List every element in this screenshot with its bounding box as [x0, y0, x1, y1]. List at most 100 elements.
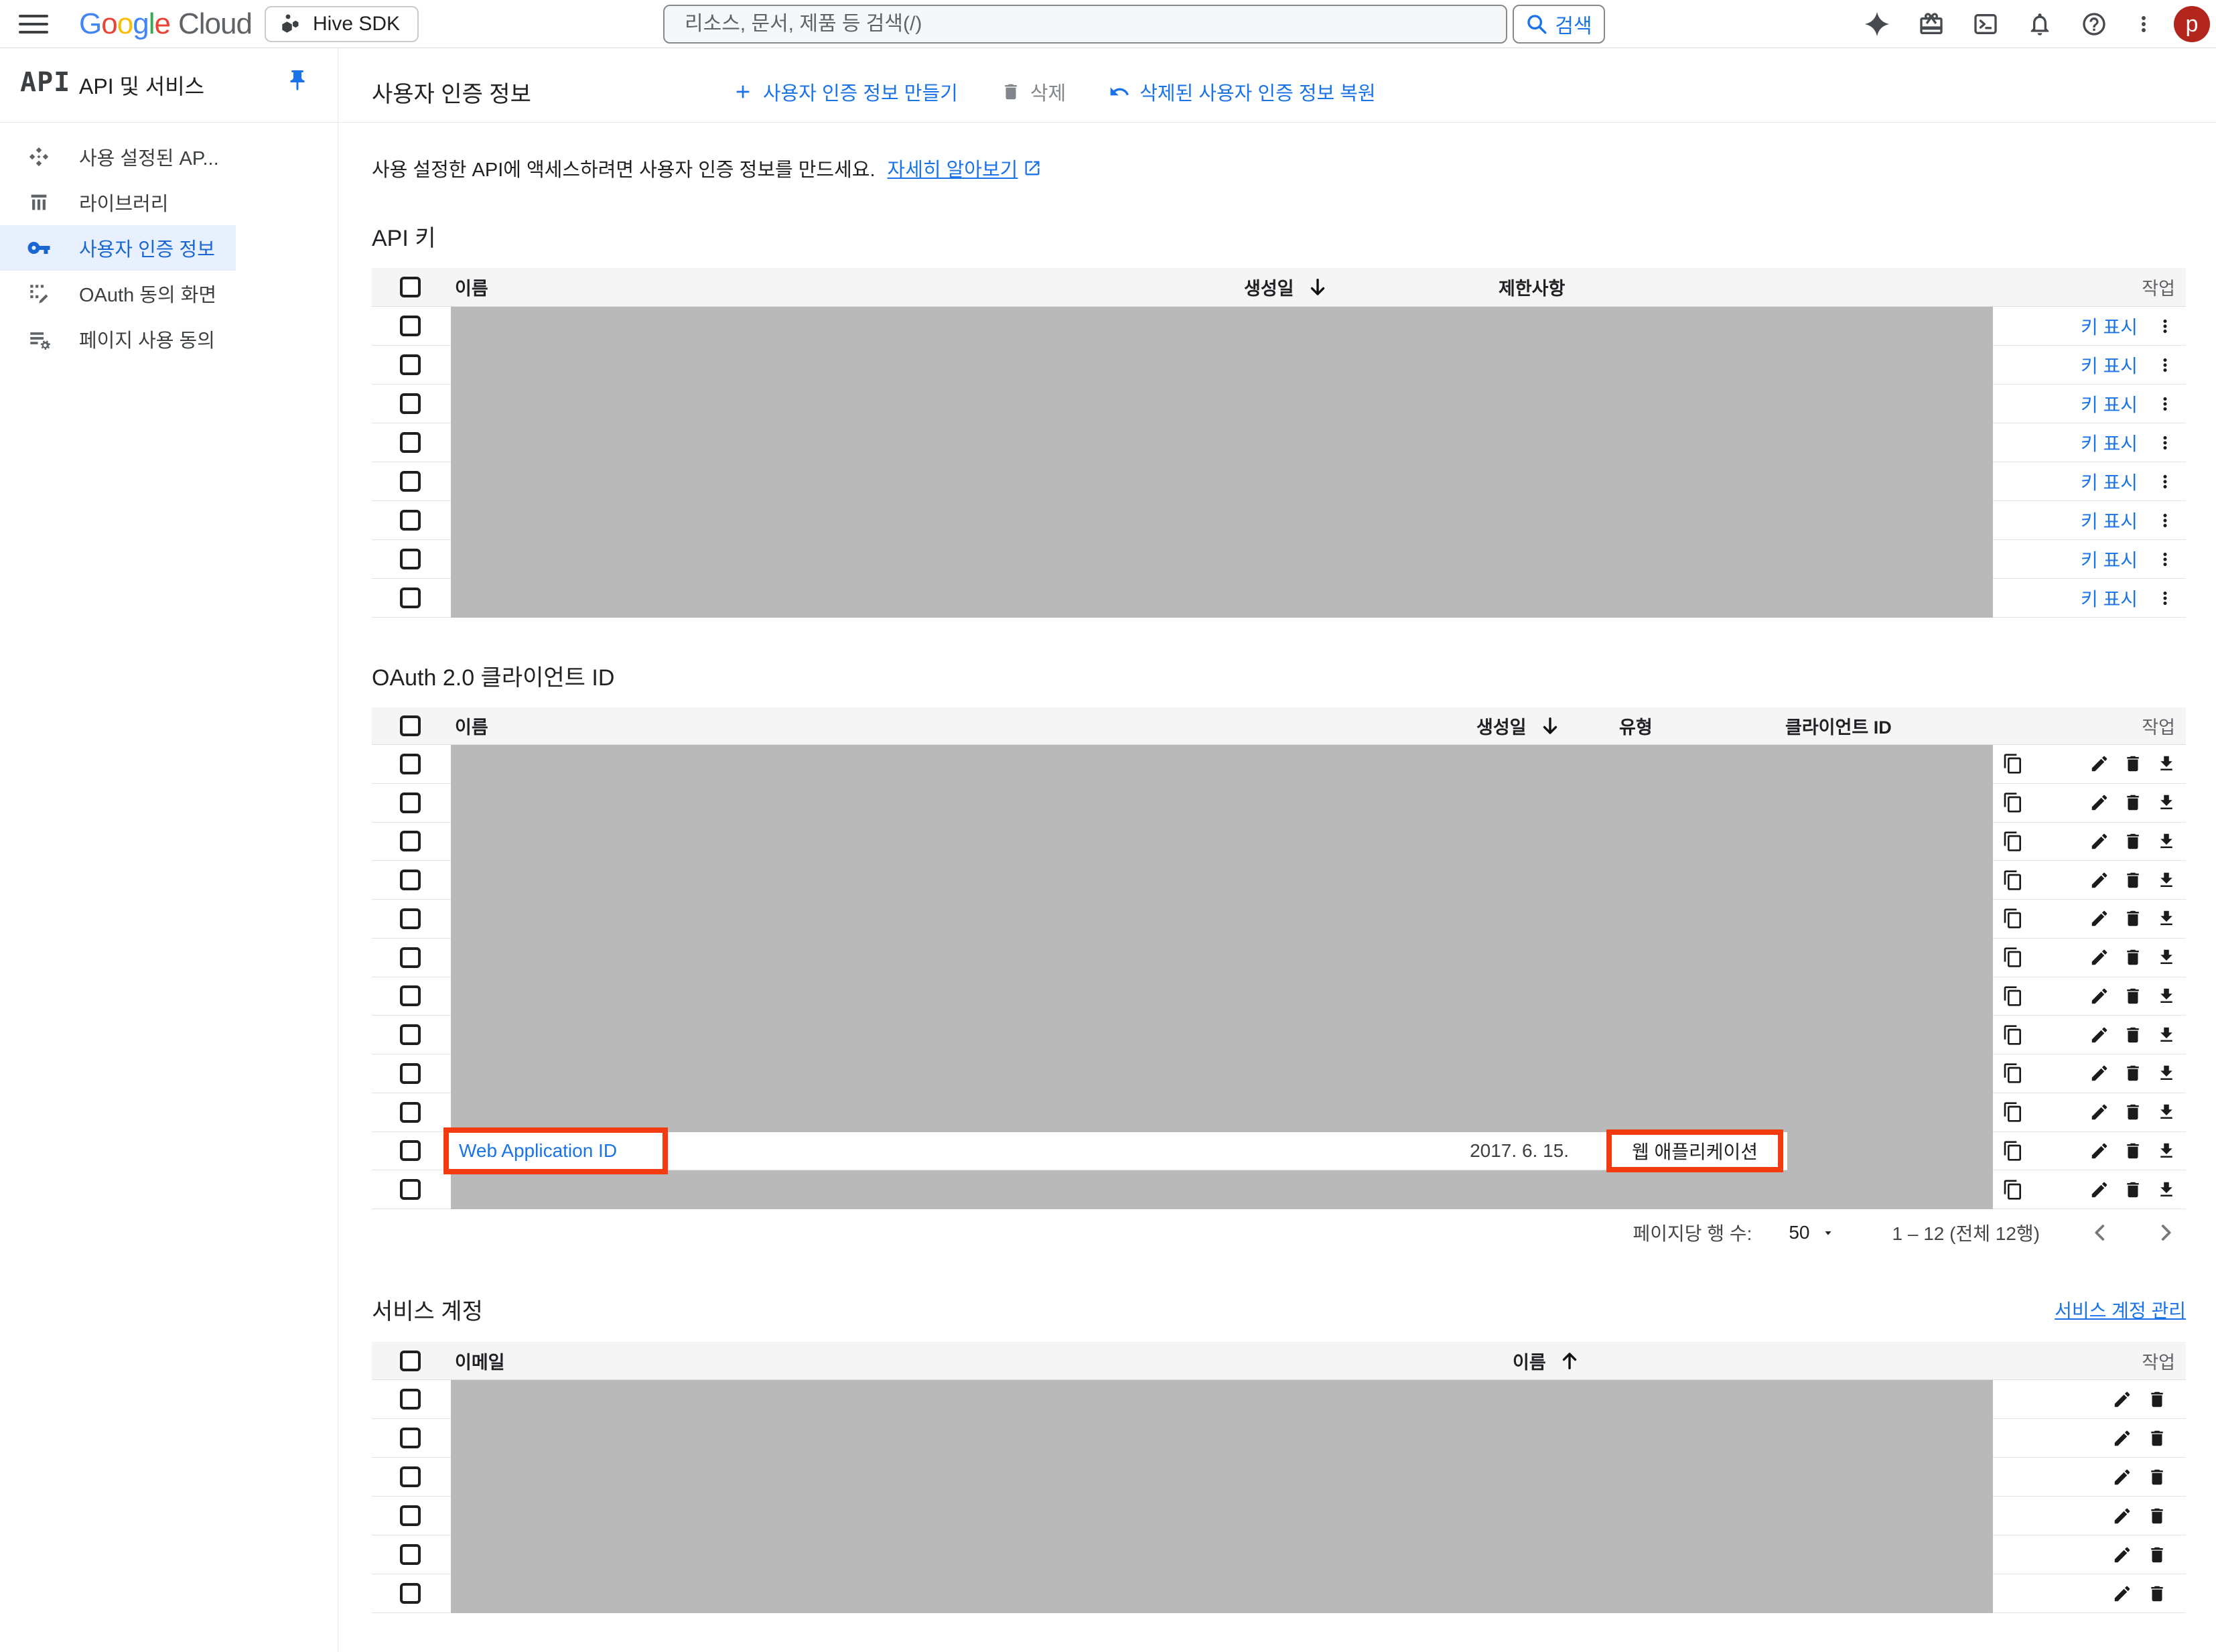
download-icon[interactable] [2156, 908, 2176, 928]
row-checkbox[interactable] [400, 1024, 421, 1046]
row-checkbox[interactable] [400, 1583, 421, 1604]
show-key-link[interactable]: 키 표시 [2081, 468, 2138, 495]
more-options-icon[interactable] [2155, 394, 2175, 414]
download-icon[interactable] [2156, 947, 2176, 967]
row-checkbox[interactable] [400, 870, 421, 891]
create-credentials-button[interactable]: 사용자 인증 정보 만들기 [732, 78, 958, 106]
row-checkbox[interactable] [400, 1179, 421, 1200]
delete-icon[interactable] [2123, 1141, 2143, 1161]
more-options-icon[interactable] [2155, 549, 2175, 569]
pin-icon[interactable] [285, 68, 309, 92]
search-button[interactable]: 검색 [1513, 5, 1605, 44]
select-all-checkbox[interactable] [400, 277, 421, 297]
more-options-icon[interactable] [2155, 472, 2175, 492]
more-options-icon[interactable] [2155, 588, 2175, 608]
download-icon[interactable] [2156, 754, 2176, 774]
edit-icon[interactable] [2089, 986, 2109, 1006]
sidebar-item-library[interactable]: 라이브러리 [0, 180, 236, 225]
gemini-icon[interactable] [1862, 9, 1892, 39]
select-all-checkbox[interactable] [400, 1350, 421, 1371]
row-checkbox[interactable] [400, 393, 421, 414]
delete-icon[interactable] [2123, 1180, 2143, 1200]
menu-icon[interactable] [19, 11, 48, 38]
row-checkbox[interactable] [400, 831, 421, 852]
delete-icon[interactable] [2123, 908, 2143, 928]
more-options-icon[interactable] [2155, 316, 2175, 336]
avatar[interactable]: p [2174, 6, 2210, 42]
download-icon[interactable] [2156, 1180, 2176, 1200]
oauth-client-name-link[interactable]: Web Application ID [459, 1132, 617, 1170]
edit-icon[interactable] [2089, 831, 2109, 851]
copy-icon[interactable] [2002, 1140, 2024, 1162]
copy-icon[interactable] [2002, 1024, 2024, 1046]
delete-icon[interactable] [2147, 1389, 2167, 1409]
edit-icon[interactable] [2112, 1467, 2132, 1487]
copy-icon[interactable] [2002, 908, 2024, 929]
row-checkbox[interactable] [400, 588, 421, 608]
notifications-bell-icon[interactable] [2025, 9, 2055, 39]
gift-icon[interactable] [1917, 9, 1946, 39]
sidebar-item-enabled-apis[interactable]: 사용 설정된 AP... [0, 134, 236, 180]
delete-credentials-button[interactable]: 삭제 [1001, 78, 1066, 106]
row-checkbox[interactable] [400, 753, 421, 774]
delete-icon[interactable] [2147, 1584, 2167, 1604]
copy-icon[interactable] [2002, 753, 2024, 774]
delete-icon[interactable] [2123, 870, 2143, 890]
column-header-type[interactable]: 유형 [1619, 707, 1653, 744]
copy-icon[interactable] [2002, 870, 2024, 891]
next-page-icon[interactable] [2152, 1219, 2179, 1246]
show-key-link[interactable]: 키 표시 [2081, 507, 2138, 534]
project-picker-button[interactable]: Hive SDK [265, 6, 419, 42]
show-key-link[interactable]: 키 표시 [2081, 352, 2138, 378]
more-options-icon[interactable] [2155, 510, 2175, 531]
edit-icon[interactable] [2089, 1025, 2109, 1045]
row-checkbox[interactable] [400, 947, 421, 968]
row-checkbox[interactable] [400, 1062, 421, 1084]
copy-icon[interactable] [2002, 831, 2024, 852]
row-checkbox[interactable] [400, 985, 421, 1007]
edit-icon[interactable] [2112, 1389, 2132, 1409]
copy-icon[interactable] [2002, 792, 2024, 813]
delete-icon[interactable] [2147, 1467, 2167, 1487]
copy-icon[interactable] [2002, 1101, 2024, 1123]
download-icon[interactable] [2156, 1102, 2176, 1122]
show-key-link[interactable]: 키 표시 [2081, 391, 2138, 417]
delete-icon[interactable] [2147, 1506, 2167, 1526]
delete-icon[interactable] [2123, 947, 2143, 967]
download-icon[interactable] [2156, 870, 2176, 890]
delete-icon[interactable] [2123, 1063, 2143, 1083]
edit-icon[interactable] [2089, 870, 2109, 890]
edit-icon[interactable] [2089, 754, 2109, 774]
more-vert-icon[interactable] [2129, 9, 2158, 39]
row-checkbox[interactable] [400, 1428, 421, 1448]
delete-icon[interactable] [2123, 754, 2143, 774]
delete-icon[interactable] [2123, 986, 2143, 1006]
more-options-icon[interactable] [2155, 355, 2175, 375]
column-header-restrictions[interactable]: 제한사항 [1499, 268, 1565, 306]
download-icon[interactable] [2156, 1025, 2176, 1045]
row-checkbox[interactable] [400, 549, 421, 569]
show-key-link[interactable]: 키 표시 [2081, 585, 2138, 612]
google-cloud-logo[interactable]: Google Cloud [79, 0, 253, 48]
copy-icon[interactable] [2002, 985, 2024, 1007]
edit-icon[interactable] [2089, 1063, 2109, 1083]
restore-credentials-button[interactable]: 삭제된 사용자 인증 정보 복원 [1109, 78, 1376, 106]
row-checkbox[interactable] [400, 1389, 421, 1409]
delete-icon[interactable] [2123, 1025, 2143, 1045]
edit-icon[interactable] [2112, 1506, 2132, 1526]
learn-more-link[interactable]: 자세히 알아보기 [888, 154, 1018, 182]
row-checkbox[interactable] [400, 471, 421, 492]
column-header-name[interactable]: 이름 [1513, 1342, 1581, 1379]
row-checkbox[interactable] [400, 1140, 421, 1162]
row-checkbox[interactable] [400, 1101, 421, 1123]
edit-icon[interactable] [2089, 1180, 2109, 1200]
delete-icon[interactable] [2123, 793, 2143, 813]
row-checkbox[interactable] [400, 354, 421, 375]
edit-icon[interactable] [2089, 908, 2109, 928]
edit-icon[interactable] [2112, 1545, 2132, 1565]
previous-page-icon[interactable] [2087, 1219, 2114, 1246]
download-icon[interactable] [2156, 831, 2176, 851]
row-checkbox[interactable] [400, 1466, 421, 1487]
sidebar-item-oauth-consent[interactable]: OAuth 동의 화면 [0, 271, 236, 316]
edit-icon[interactable] [2089, 793, 2109, 813]
